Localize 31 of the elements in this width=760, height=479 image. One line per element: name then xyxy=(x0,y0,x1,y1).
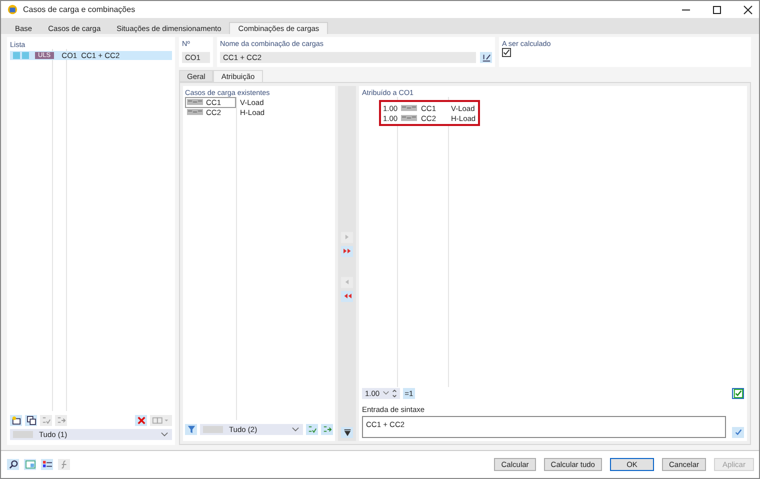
chevron-down-icon xyxy=(161,432,168,437)
new-icon[interactable] xyxy=(10,414,22,426)
filter-icon[interactable] xyxy=(185,424,197,434)
chevron-down-icon xyxy=(382,391,389,395)
maximize-icon[interactable] xyxy=(712,4,722,14)
status-icon xyxy=(13,52,31,59)
load-case-icon xyxy=(401,105,417,111)
view-dropdown-icon[interactable] xyxy=(150,414,172,426)
search-icon[interactable] xyxy=(7,459,19,470)
load-case-icon xyxy=(401,115,417,121)
swap-icon[interactable] xyxy=(55,414,67,426)
app-icon xyxy=(7,4,18,15)
swap-icon[interactable] xyxy=(321,424,333,434)
move-down-icon[interactable] xyxy=(341,427,353,438)
window-title: Casos de carga e combinações xyxy=(23,5,136,14)
check-icon[interactable] xyxy=(40,414,52,426)
delete-icon[interactable] xyxy=(135,414,147,426)
chevron-down-icon xyxy=(292,426,299,432)
formula-icon[interactable] xyxy=(58,459,70,470)
confirm-icon[interactable] xyxy=(732,427,744,438)
apply-check-icon[interactable] xyxy=(732,388,744,398)
edit-icon[interactable] xyxy=(480,52,492,63)
load-case-icon xyxy=(187,99,203,105)
check-icon[interactable] xyxy=(306,424,318,434)
move-all-right-icon[interactable] xyxy=(341,246,353,256)
move-all-left-icon[interactable] xyxy=(341,290,353,302)
copy-icon[interactable] xyxy=(25,414,37,426)
spin-arrows-icon xyxy=(392,388,397,398)
close-icon[interactable] xyxy=(743,4,753,14)
checkbox[interactable] xyxy=(502,48,511,57)
load-case-icon xyxy=(187,109,203,115)
